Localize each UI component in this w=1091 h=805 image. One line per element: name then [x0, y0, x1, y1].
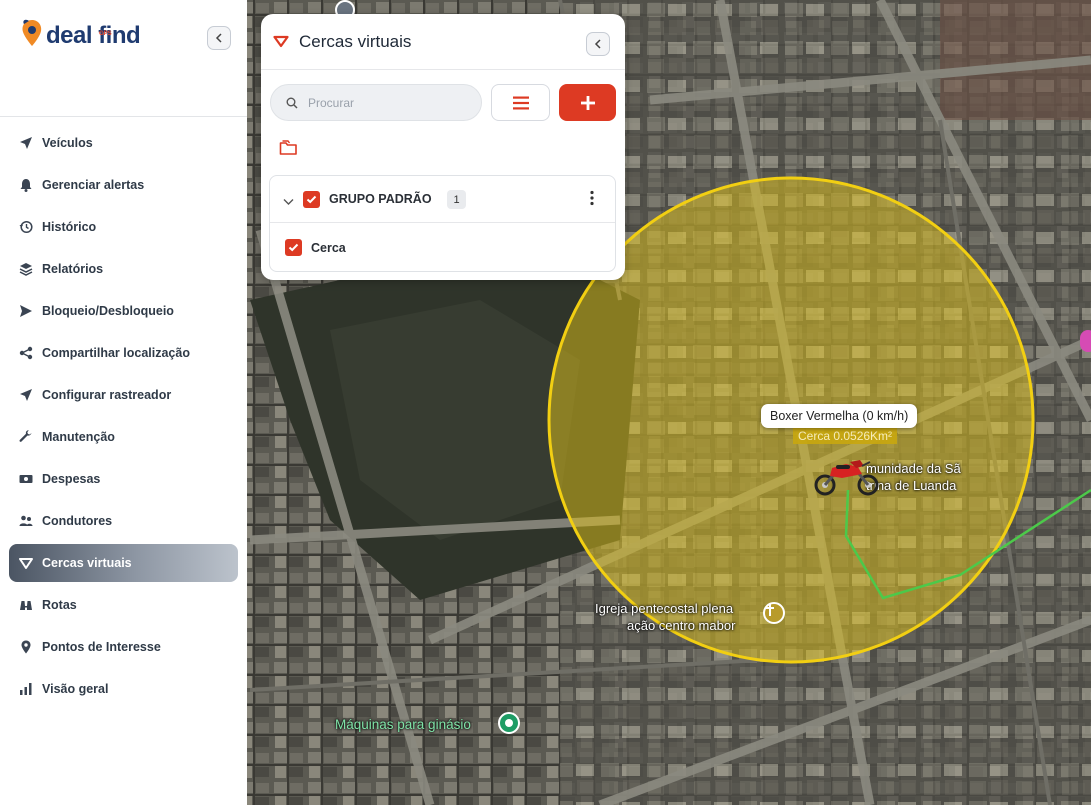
fence-icon — [273, 34, 289, 53]
search-input[interactable] — [308, 95, 468, 110]
sidebar: deal find GPS Veículos Gerenciar alertas… — [0, 0, 247, 805]
group-name: GRUPO PADRÃO — [329, 192, 432, 206]
sidebar-item-label: Rotas — [42, 598, 77, 612]
list-menu-button[interactable] — [491, 84, 550, 121]
geofence-panel: Cercas virtuais GRUPO PADRÃO 1 — [261, 14, 625, 280]
navigation-arrow-icon — [17, 135, 34, 152]
poi-label: Igreja pentecostal plena — [595, 601, 734, 616]
sidebar-item-label: Compartilhar localização — [42, 346, 190, 360]
sidebar-item-cercas-virtuais[interactable]: Cercas virtuais — [9, 544, 238, 582]
users-icon — [17, 513, 34, 530]
history-icon — [17, 219, 34, 236]
panel-header: Cercas virtuais — [261, 14, 625, 70]
fence-area-label: Cerca 0.0526Km² — [793, 428, 898, 444]
add-fence-button[interactable] — [559, 84, 616, 121]
sidebar-item-veiculos[interactable]: Veículos — [9, 124, 238, 162]
divider — [0, 116, 247, 117]
panel-title: Cercas virtuais — [299, 32, 412, 51]
sidebar-item-despesas[interactable]: Despesas — [9, 460, 238, 498]
wrench-icon — [17, 429, 34, 446]
sidebar-item-bloqueio[interactable]: Bloqueio/Desbloqueio — [9, 292, 238, 330]
sidebar-item-label: Configurar rastreador — [42, 388, 172, 402]
brand-sub: GPS — [99, 31, 112, 37]
sidebar-item-label: Condutores — [42, 514, 113, 528]
sidebar-item-alertas[interactable]: Gerenciar alertas — [9, 166, 238, 204]
fence-icon — [17, 555, 34, 572]
chevron-left-icon — [594, 39, 601, 49]
map-pin-icon — [17, 639, 34, 656]
count-badge: 1 — [447, 190, 466, 209]
sidebar-item-label: Despesas — [42, 472, 101, 486]
sidebar-item-label: Cercas virtuais — [42, 556, 132, 570]
bell-icon — [17, 177, 34, 194]
sidebar-item-configurar[interactable]: Configurar rastreador — [9, 376, 238, 414]
sidebar-item-visao-geral[interactable]: Visão geral — [9, 670, 238, 708]
logo-pin-icon — [22, 19, 42, 46]
sidebar-item-condutores[interactable]: Condutores — [9, 502, 238, 540]
panel-collapse-button[interactable] — [586, 32, 610, 56]
poi-label: ação centro mabor — [627, 618, 736, 633]
sidebar-item-label: Veículos — [42, 136, 93, 150]
sidebar-item-label: Gerenciar alertas — [42, 178, 145, 192]
check-icon — [288, 243, 299, 252]
bar-chart-icon — [17, 681, 34, 698]
fence-group: GRUPO PADRÃO 1 Cerca — [269, 175, 616, 272]
send-icon — [17, 303, 34, 320]
sidebar-item-label: Bloqueio/Desbloqueio — [42, 304, 174, 318]
group-checkbox[interactable] — [303, 191, 320, 208]
fence-checkbox[interactable] — [285, 239, 302, 256]
chevron-down-icon[interactable] — [283, 193, 294, 211]
sidebar-item-compartilhar[interactable]: Compartilhar localização — [9, 334, 238, 372]
search-field[interactable] — [270, 84, 482, 121]
share-icon — [17, 345, 34, 362]
more-options-icon[interactable] — [590, 190, 594, 211]
sidebar-item-label: Manutenção — [42, 430, 115, 444]
plus-icon — [580, 95, 595, 110]
sidebar-item-relatorios[interactable]: Relatórios — [9, 250, 238, 288]
group-header-row[interactable]: GRUPO PADRÃO 1 — [270, 176, 615, 223]
layers-icon — [17, 261, 34, 278]
sidebar-collapse-button[interactable] — [207, 26, 231, 50]
poi-label: munidade da Sã — [866, 461, 961, 476]
hamburger-icon — [512, 96, 529, 109]
poi-label: Máquinas para ginásio — [335, 717, 471, 732]
sidebar-item-manutencao[interactable]: Manutenção — [9, 418, 238, 456]
sidebar-item-label: Pontos de Interesse — [42, 640, 161, 654]
check-icon — [306, 195, 317, 204]
map-pin-icon[interactable] — [1080, 330, 1091, 352]
sidebar-item-label: Histórico — [42, 220, 97, 234]
sidebar-item-pontos-interesse[interactable]: Pontos de Interesse — [9, 628, 238, 666]
map-pin-icon[interactable] — [498, 712, 520, 734]
sidebar-item-label: Relatórios — [42, 262, 104, 276]
brand-name: deal find — [46, 22, 141, 49]
brand-logo[interactable]: deal find — [20, 18, 141, 49]
cash-icon — [17, 471, 34, 488]
fence-name[interactable]: Cerca — [311, 241, 346, 255]
vehicle-tooltip: Boxer Vermelha (0 km/h) — [761, 404, 918, 428]
navigation-arrow-icon — [17, 387, 34, 404]
sidebar-item-label: Visão geral — [42, 682, 109, 696]
sidebar-item-historico[interactable]: Histórico — [9, 208, 238, 246]
sidebar-item-rotas[interactable]: Rotas — [9, 586, 238, 624]
church-pin-icon[interactable] — [763, 602, 785, 624]
motorcycle-icon[interactable] — [812, 456, 880, 496]
search-icon — [286, 97, 298, 109]
chevron-left-icon — [215, 33, 222, 43]
sidebar-menu: Veículos Gerenciar alertas Histórico Rel… — [9, 124, 238, 712]
folder-icon[interactable] — [279, 140, 299, 161]
binoculars-icon — [17, 597, 34, 614]
